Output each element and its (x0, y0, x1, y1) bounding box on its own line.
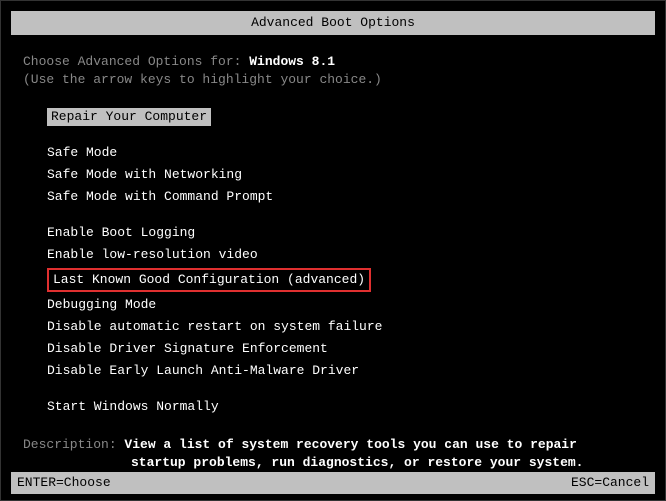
prompt-line: Choose Advanced Options for: Windows 8.1 (23, 53, 643, 71)
option-debugging-mode[interactable]: Debugging Mode (47, 296, 156, 314)
option-safe-mode-networking[interactable]: Safe Mode with Networking (47, 166, 242, 184)
option-safe-mode-command-prompt[interactable]: Safe Mode with Command Prompt (47, 188, 273, 206)
option-start-windows-normally[interactable]: Start Windows Normally (47, 398, 219, 416)
footer-bar: ENTER=Choose ESC=Cancel (11, 472, 655, 494)
title-bar: Advanced Boot Options (11, 11, 655, 35)
prompt-prefix: Choose Advanced Options for: (23, 54, 249, 69)
hint-line: (Use the arrow keys to highlight your ch… (23, 71, 643, 89)
os-name: Windows 8.1 (249, 54, 335, 69)
option-disable-driver-signature-enforcement[interactable]: Disable Driver Signature Enforcement (47, 340, 328, 358)
footer-enter-hint: ENTER=Choose (17, 474, 111, 492)
content-area: Choose Advanced Options for: Windows 8.1… (1, 35, 665, 472)
description-text-line2: startup problems, run diagnostics, or re… (131, 454, 643, 472)
options-list: Repair Your Computer Safe Mode Safe Mode… (47, 106, 643, 418)
option-repair-your-computer[interactable]: Repair Your Computer (47, 108, 211, 126)
page-title: Advanced Boot Options (251, 15, 415, 30)
option-disable-automatic-restart[interactable]: Disable automatic restart on system fail… (47, 318, 382, 336)
description-text-line1: View a list of system recovery tools you… (124, 437, 576, 452)
description-label: Description: (23, 437, 124, 452)
footer-esc-hint: ESC=Cancel (571, 474, 649, 492)
option-enable-low-resolution-video[interactable]: Enable low-resolution video (47, 246, 258, 264)
option-last-known-good-configuration[interactable]: Last Known Good Configuration (advanced) (47, 268, 371, 292)
option-safe-mode[interactable]: Safe Mode (47, 144, 117, 162)
description-block: Description: View a list of system recov… (23, 436, 643, 472)
option-enable-boot-logging[interactable]: Enable Boot Logging (47, 224, 195, 242)
option-disable-early-launch-anti-malware[interactable]: Disable Early Launch Anti-Malware Driver (47, 362, 359, 380)
